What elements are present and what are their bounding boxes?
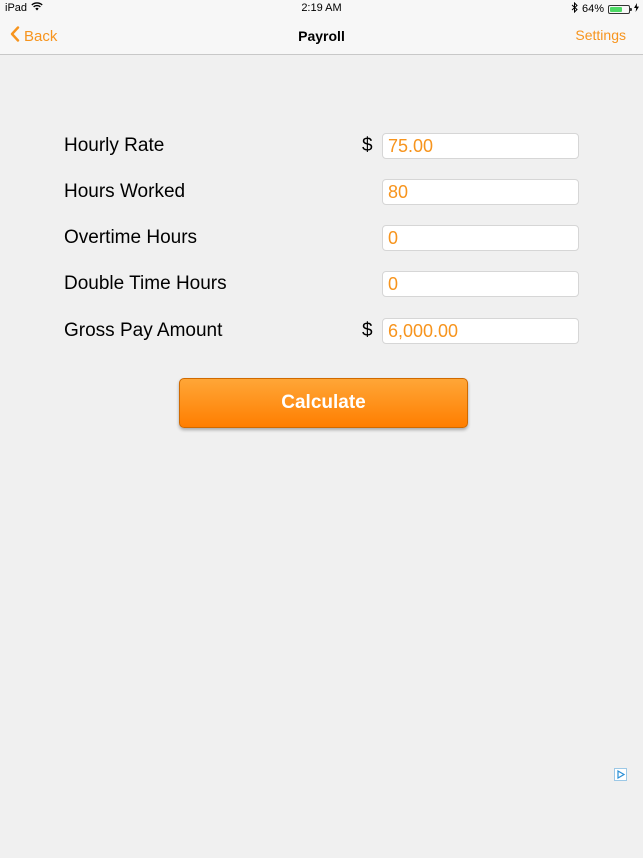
calculate-button[interactable]: Calculate: [179, 378, 468, 428]
overtime-hours-input[interactable]: [382, 225, 579, 251]
hours-worked-row: Hours Worked: [64, 179, 580, 205]
gross-pay-row: Gross Pay Amount $: [64, 318, 580, 344]
battery-percent: 64%: [581, 3, 604, 15]
gross-pay-currency: $: [362, 320, 373, 341]
settings-button[interactable]: Settings: [575, 27, 626, 43]
battery-icon: [608, 4, 632, 14]
hourly-rate-row: Hourly Rate $: [64, 133, 580, 159]
double-time-hours-row: Double Time Hours: [64, 271, 580, 297]
hourly-rate-label: Hourly Rate: [64, 135, 165, 156]
ad-choices-icon[interactable]: [614, 768, 627, 781]
status-bar: iPad 2:19 AM 64%: [0, 0, 643, 18]
navigation-bar: Back Payroll Settings: [0, 18, 643, 55]
status-time: 2:19 AM: [301, 2, 342, 14]
double-time-hours-input[interactable]: [382, 271, 579, 297]
gross-pay-label: Gross Pay Amount: [64, 320, 223, 341]
charging-icon: [634, 3, 639, 15]
page-title: Payroll: [298, 28, 345, 44]
hourly-rate-input[interactable]: [382, 133, 579, 159]
status-right: 64%: [571, 1, 639, 16]
hours-worked-label: Hours Worked: [64, 181, 186, 202]
gross-pay-input[interactable]: [382, 318, 579, 344]
overtime-hours-label: Overtime Hours: [64, 227, 198, 248]
bluetooth-icon: [571, 1, 578, 16]
hourly-rate-currency: $: [362, 135, 373, 156]
battery-fill: [610, 6, 622, 12]
overtime-hours-row: Overtime Hours: [64, 225, 580, 251]
hours-worked-input[interactable]: [382, 179, 579, 205]
double-time-hours-label: Double Time Hours: [64, 273, 227, 294]
